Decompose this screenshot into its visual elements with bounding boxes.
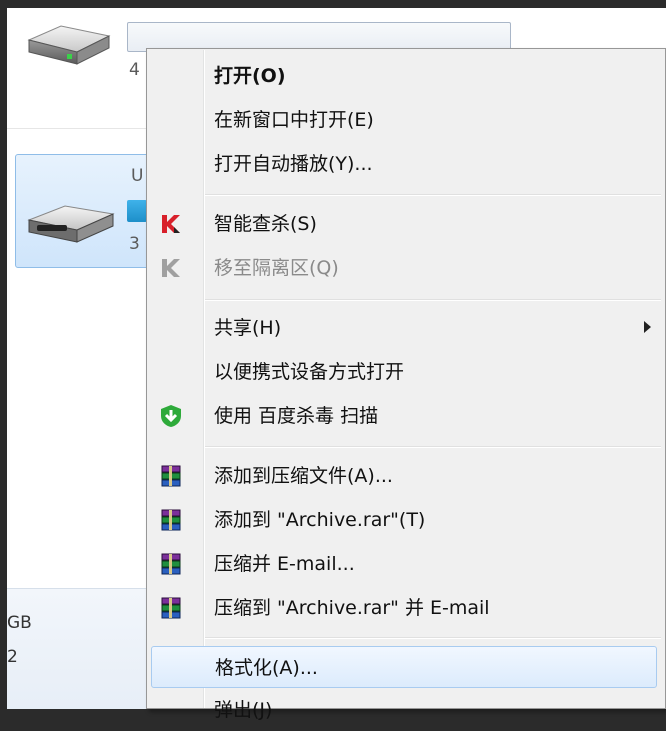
drive-name-text: U	[131, 166, 144, 186]
kaspersky-k-icon	[162, 215, 180, 233]
menu-item-add-to-archive-rar[interactable]: 添加到 "Archive.rar"(T)	[151, 499, 657, 541]
menu-item-label: 在新窗口中打开(E)	[214, 109, 374, 131]
menu-item-label: 添加到 "Archive.rar"(T)	[214, 509, 426, 531]
menu-item-label: 共享(H)	[214, 317, 282, 339]
menu-item-smart-scan[interactable]: 智能查杀(S)	[151, 203, 657, 245]
winrar-books-icon	[161, 597, 181, 619]
menu-item-eject[interactable]: 弹出(J)	[151, 689, 657, 731]
shield-icon	[161, 405, 181, 427]
menu-item-open[interactable]: 打开(O)	[151, 55, 657, 97]
menu-item-label: 压缩到 "Archive.rar" 并 E-mail	[214, 597, 490, 619]
menu-item-add-to-archive[interactable]: 添加到压缩文件(A)...	[151, 455, 657, 497]
menu-item-label: 打开自动播放(Y)...	[214, 153, 373, 175]
winrar-books-icon	[161, 465, 181, 487]
winrar-books-icon	[161, 509, 181, 531]
menu-separator	[205, 299, 661, 301]
menu-separator	[205, 194, 661, 196]
submenu-arrow-icon	[644, 321, 651, 333]
drive-usage-bar-cut	[127, 200, 147, 222]
drive-size-text: 4	[129, 60, 140, 80]
menu-item-label: 弹出(J)	[214, 699, 273, 721]
menu-item-label: 使用 百度杀毒 扫描	[214, 405, 379, 427]
menu-item-label: 添加到压缩文件(A)...	[214, 465, 393, 487]
winrar-books-icon	[161, 553, 181, 575]
removable-drive-icon	[27, 205, 115, 243]
menu-item-quarantine[interactable]: 移至隔离区(Q)	[151, 247, 657, 289]
menu-item-label: 移至隔离区(Q)	[214, 257, 339, 279]
menu-separator	[205, 446, 661, 448]
details-text: 2	[7, 647, 18, 667]
menu-item-compress-email[interactable]: 压缩并 E-mail...	[151, 543, 657, 585]
menu-item-label: 智能查杀(S)	[214, 213, 317, 235]
menu-item-open-new-window[interactable]: 在新窗口中打开(E)	[151, 99, 657, 141]
menu-item-label: 格式化(A)...	[215, 657, 318, 679]
details-text: GB	[7, 613, 32, 633]
menu-item-open-portable[interactable]: 以便携式设备方式打开	[151, 351, 657, 393]
menu-item-share[interactable]: 共享(H)	[151, 307, 657, 349]
drive-size-text: 3	[129, 234, 140, 254]
menu-item-baidu-scan[interactable]: 使用 百度杀毒 扫描	[151, 395, 657, 437]
kaspersky-k-disabled-icon	[162, 259, 180, 277]
menu-item-label: 以便携式设备方式打开	[214, 361, 405, 383]
menu-item-label: 压缩并 E-mail...	[214, 553, 355, 575]
menu-item-compress-rar-email[interactable]: 压缩到 "Archive.rar" 并 E-mail	[151, 587, 657, 629]
hard-drive-icon	[27, 25, 111, 65]
menu-item-label: 打开(O)	[214, 65, 286, 87]
context-menu: 打开(O) 在新窗口中打开(E) 打开自动播放(Y)... 智能查杀(S) 移至…	[146, 48, 666, 721]
menu-separator	[205, 637, 661, 639]
menu-item-format[interactable]: 格式化(A)...	[151, 646, 657, 688]
menu-item-autoplay[interactable]: 打开自动播放(Y)...	[151, 143, 657, 185]
